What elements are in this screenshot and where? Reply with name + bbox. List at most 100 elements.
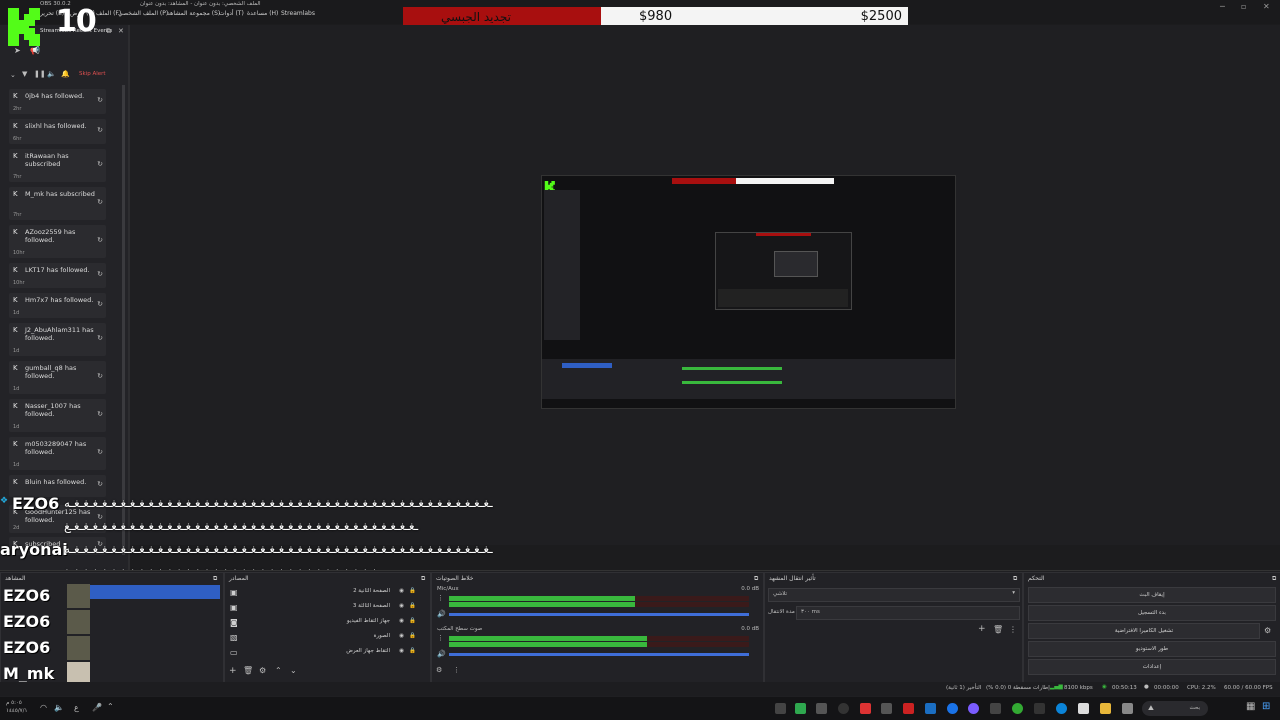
replay-icon[interactable]: ↻	[97, 126, 103, 134]
mixer-menu-icon[interactable]: ⋮	[453, 666, 460, 674]
app-icon[interactable]	[1122, 703, 1133, 714]
lock-icon[interactable]: 🔒	[409, 603, 416, 609]
megaphone-icon[interactable]: 📢	[30, 46, 40, 55]
popout-icon[interactable]: ⧉	[106, 27, 111, 36]
volume-icon[interactable]: 🔈	[47, 70, 56, 78]
replay-icon[interactable]: ↻	[97, 160, 103, 168]
close-panel-icon[interactable]: ✕	[118, 27, 124, 35]
dock-float-icon[interactable]: ⧉	[421, 575, 425, 583]
menu-scene-collection[interactable]: مجموعة المشاهد (S)	[167, 10, 220, 17]
scene-item[interactable]: EZO6	[3, 584, 220, 608]
folder-icon[interactable]	[1100, 703, 1111, 714]
scene-item[interactable]: EZO6	[3, 610, 220, 634]
lock-icon[interactable]: 🔒	[409, 648, 416, 654]
add-transition-icon[interactable]: +	[978, 624, 986, 634]
minimize-icon[interactable]: ─	[1220, 2, 1225, 11]
replay-icon[interactable]: ↻	[97, 448, 103, 456]
replay-icon[interactable]: ↻	[97, 410, 103, 418]
move-up-icon[interactable]: ⌃	[275, 666, 282, 675]
remove-source-icon[interactable]: 🗑	[243, 666, 253, 675]
speaker-icon[interactable]: 🔈	[54, 703, 64, 712]
chevron-down-icon[interactable]: ⌄	[10, 71, 16, 79]
menu-streamlabs[interactable]: Streamlabs	[281, 10, 315, 17]
source-item[interactable]: ◙ جهاز التقاط الفيديو ◉ 🔒	[228, 618, 420, 632]
replay-icon[interactable]: ↻	[97, 334, 103, 342]
scrollbar[interactable]	[122, 85, 125, 555]
dock-float-icon[interactable]: ⧉	[1013, 575, 1017, 583]
app-icon[interactable]	[795, 703, 806, 714]
lock-icon[interactable]: 🔒	[409, 588, 416, 594]
start-recording-button[interactable]: بدء التسجيل	[1028, 605, 1276, 621]
source-item[interactable]: ▭ التقاط جهاز العرض ◉ 🔒	[228, 648, 420, 662]
clock-date[interactable]: ١٤٤٥/٧/١	[6, 708, 27, 714]
app-icon[interactable]	[925, 703, 936, 714]
app-icon[interactable]	[968, 703, 979, 714]
speaker-icon[interactable]: 🔊	[437, 610, 446, 618]
obs-app-icon[interactable]	[838, 703, 849, 714]
eye-icon[interactable]: ◉	[399, 588, 404, 594]
replay-icon[interactable]: ↻	[97, 236, 103, 244]
replay-icon[interactable]: ↻	[97, 372, 103, 380]
lock-icon[interactable]: 🔒	[409, 633, 416, 639]
dock-float-icon[interactable]: ⧉	[213, 575, 217, 583]
store-icon[interactable]	[1078, 703, 1089, 714]
dock-float-icon[interactable]: ⧉	[1272, 575, 1276, 583]
remove-transition-icon[interactable]: 🗑	[993, 625, 1003, 634]
wifi-icon[interactable]: ◠	[40, 703, 47, 712]
replay-icon[interactable]: ↻	[97, 198, 103, 206]
search-box[interactable]: ⛰ بحث	[1142, 701, 1208, 716]
app-icon[interactable]	[816, 703, 827, 714]
scene-item[interactable]: EZO6	[3, 636, 220, 660]
transition-menu-icon[interactable]: ⋮	[1009, 625, 1017, 634]
source-item[interactable]: ▧ الصورة ◉ 🔒	[228, 633, 420, 647]
source-item[interactable]: ▣ الصفحة الثالثة 3 ◉ 🔒	[228, 603, 420, 617]
input-language[interactable]: ع	[74, 703, 79, 712]
move-down-icon[interactable]: ⌄	[290, 666, 297, 675]
transition-select[interactable]: تلاشي ▾	[768, 588, 1020, 602]
app-icon[interactable]	[903, 703, 914, 714]
task-view-icon[interactable]: ▦	[1246, 701, 1255, 712]
eye-icon[interactable]: ◉	[399, 618, 404, 624]
kebab-menu-icon[interactable]: ⋮	[437, 594, 444, 602]
kebab-menu-icon[interactable]: ⋮	[437, 634, 444, 642]
studio-mode-button[interactable]: طور الاستوديو	[1028, 641, 1276, 657]
clock-time[interactable]: ٥:٠٥ م	[6, 700, 22, 706]
stop-streaming-button[interactable]: إيقاف البث	[1028, 587, 1276, 603]
send-icon[interactable]: ➤	[14, 46, 21, 55]
windows-start-icon[interactable]: ⊞	[1262, 701, 1270, 712]
edge-icon[interactable]	[1056, 703, 1067, 714]
replay-icon[interactable]: ↻	[97, 96, 103, 104]
pause-icon[interactable]: ❚❚	[34, 70, 46, 78]
app-icon[interactable]	[1034, 703, 1045, 714]
filter-icon[interactable]: ▼	[22, 70, 27, 78]
maximize-icon[interactable]: ▫	[1241, 2, 1246, 11]
duration-input[interactable]: ٣٠٠ ms	[796, 606, 1020, 620]
xbox-icon[interactable]	[1012, 703, 1023, 714]
app-icon[interactable]	[881, 703, 892, 714]
volume-slider[interactable]	[449, 613, 749, 616]
app-icon[interactable]	[860, 703, 871, 714]
app-icon[interactable]	[947, 703, 958, 714]
mic-icon[interactable]: 🎤	[92, 703, 102, 712]
close-icon[interactable]: ✕	[1263, 2, 1270, 11]
replay-icon[interactable]: ↻	[97, 300, 103, 308]
source-properties-icon[interactable]: ⚙	[259, 666, 266, 675]
eye-icon[interactable]: ◉	[399, 648, 404, 654]
skip-alert-button[interactable]: Skip Alert	[79, 71, 106, 77]
chevron-up-icon[interactable]: ⌃	[107, 702, 114, 711]
eye-icon[interactable]: ◉	[399, 603, 404, 609]
virtual-camera-button[interactable]: تشغيل الكاميرا الافتراضية	[1028, 623, 1260, 639]
app-icon[interactable]	[990, 703, 1001, 714]
speaker-icon[interactable]: 🔊	[437, 650, 446, 658]
replay-icon[interactable]: ↻	[97, 270, 103, 278]
menu-help[interactable]: مساعدة (H)	[247, 10, 278, 17]
virtual-camera-settings-icon[interactable]: ⚙	[1264, 626, 1271, 635]
replay-icon[interactable]: ↻	[97, 480, 103, 488]
lock-icon[interactable]: 🔒	[409, 618, 416, 624]
mixer-settings-icon[interactable]: ⚙	[436, 666, 442, 674]
volume-slider[interactable]	[449, 653, 749, 656]
bell-icon[interactable]: 🔔	[61, 70, 70, 78]
add-source-icon[interactable]: +	[229, 666, 237, 676]
app-icon[interactable]	[775, 703, 786, 714]
settings-button[interactable]: إعدادات	[1028, 659, 1276, 675]
